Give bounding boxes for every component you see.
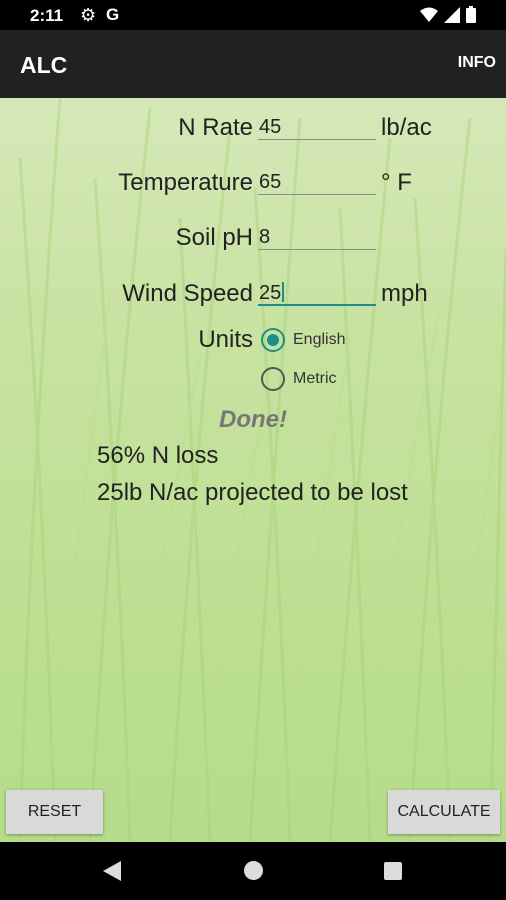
metric-radio-label[interactable]: Metric: [293, 370, 337, 388]
reset-button[interactable]: RESET: [6, 790, 103, 834]
soil-ph-label: Soil pH: [175, 224, 253, 251]
wind-speed-input[interactable]: 25: [258, 280, 376, 306]
settings-gear-icon: ⚙: [80, 5, 97, 25]
status-text: Done!: [219, 406, 287, 433]
grass-background-image: [18, 98, 506, 842]
info-button[interactable]: INFO: [458, 54, 496, 72]
recent-apps-icon[interactable]: [384, 862, 402, 880]
temperature-input[interactable]: 65: [258, 169, 376, 195]
main-content: N Rate 45 lb/ac Temperature 65 ° F Soil …: [0, 98, 506, 842]
status-icons: [420, 6, 476, 23]
wind-speed-unit: mph: [381, 280, 428, 307]
n-rate-unit: lb/ac: [381, 114, 432, 141]
google-g-icon: G: [106, 5, 120, 24]
wind-speed-label: Wind Speed: [122, 280, 253, 307]
navigation-bar: [0, 842, 506, 900]
english-radio-label[interactable]: English: [293, 331, 345, 349]
wifi-icon: [420, 7, 438, 22]
signal-icon: [444, 6, 460, 23]
n-loss-percent: 56% N loss: [97, 442, 219, 469]
app-title: ALC: [20, 52, 68, 78]
status-time: 2:11: [30, 6, 64, 25]
n-rate-label: N Rate: [178, 114, 253, 141]
n-rate-input[interactable]: 45: [258, 114, 376, 140]
english-radio[interactable]: [261, 328, 285, 352]
status-bar: 2:11 ⚙ G: [0, 0, 506, 30]
back-icon[interactable]: [103, 861, 121, 881]
battery-icon: [466, 6, 476, 23]
text-cursor: [282, 282, 285, 302]
soil-ph-input[interactable]: 8: [258, 224, 376, 250]
home-icon[interactable]: [244, 861, 263, 880]
calculate-button[interactable]: CALCULATE: [388, 790, 500, 834]
temperature-unit: ° F: [381, 169, 412, 196]
units-label: Units: [198, 326, 253, 353]
app-bar: ALC INFO: [0, 30, 506, 98]
n-loss-amount: 25lb N/ac projected to be lost: [97, 479, 408, 506]
metric-radio[interactable]: [261, 367, 285, 391]
temperature-label: Temperature: [118, 169, 253, 196]
wind-speed-value: 25: [259, 282, 282, 304]
